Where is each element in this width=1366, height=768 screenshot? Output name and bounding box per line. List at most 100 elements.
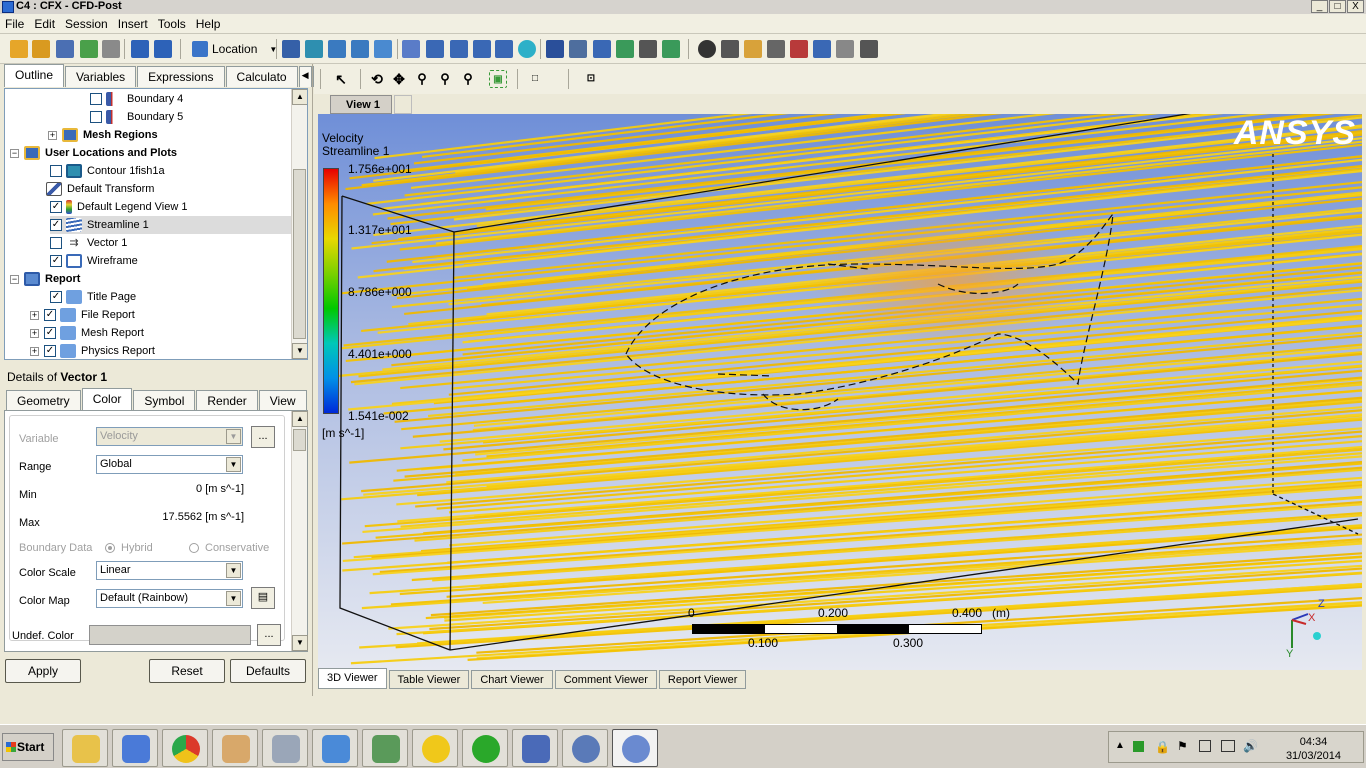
chevron-down-icon[interactable]: ▼ bbox=[226, 457, 241, 472]
start-button[interactable]: Start bbox=[2, 733, 54, 761]
defaults-button[interactable]: Defaults bbox=[230, 659, 306, 683]
checkbox[interactable]: ✓ bbox=[44, 309, 56, 321]
taskbar-media[interactable] bbox=[112, 729, 158, 767]
chevron-down-icon[interactable]: ▼ bbox=[226, 591, 241, 606]
tab-variables[interactable]: Variables bbox=[65, 66, 137, 87]
expand-icon[interactable]: + bbox=[30, 346, 39, 356]
quick-editor-icon[interactable] bbox=[744, 40, 762, 58]
tab-symbol[interactable]: Symbol bbox=[133, 390, 196, 411]
checkbox[interactable]: ✓ bbox=[44, 327, 56, 339]
instance-transform-icon[interactable] bbox=[473, 40, 491, 58]
probe-icon[interactable] bbox=[767, 40, 785, 58]
location-dropdown[interactable]: Location ▼ bbox=[192, 40, 277, 58]
undef-color-swatch[interactable] bbox=[89, 625, 251, 645]
tree-item[interactable]: ✓ Wireframe bbox=[50, 252, 138, 270]
menu-edit[interactable]: Edit bbox=[29, 17, 60, 31]
redo-icon[interactable] bbox=[154, 40, 172, 58]
checkbox[interactable] bbox=[50, 237, 62, 249]
tray-app-icon[interactable] bbox=[1133, 741, 1144, 752]
vector-icon[interactable] bbox=[282, 40, 300, 58]
tab-color[interactable]: Color bbox=[81, 388, 133, 411]
tab-table-viewer[interactable]: Table Viewer bbox=[388, 670, 470, 689]
color-map-select[interactable]: Default (Rainbow) ▼ bbox=[96, 589, 243, 608]
collapse-icon[interactable]: − bbox=[10, 274, 19, 284]
tab-expressions[interactable]: Expressions bbox=[137, 66, 225, 87]
taskbar-ansys-tool[interactable] bbox=[512, 729, 558, 767]
view-tab-empty[interactable] bbox=[394, 95, 412, 114]
view-1-tab[interactable]: View 1 bbox=[330, 95, 392, 114]
volume-icon[interactable]: 🔊 bbox=[1243, 739, 1258, 753]
3d-viewport[interactable]: Velocity Streamline 1 1.756e+001 1.317e+… bbox=[318, 114, 1362, 670]
tree-item[interactable]: Boundary 5 bbox=[90, 108, 183, 126]
range-select[interactable]: Global ▼ bbox=[96, 455, 243, 474]
tab-render[interactable]: Render bbox=[196, 390, 258, 411]
select-icon[interactable]: ↖ bbox=[332, 70, 350, 88]
new-icon[interactable] bbox=[10, 40, 28, 58]
tree-item[interactable]: + ✓ Mesh Report bbox=[30, 324, 144, 342]
checkbox[interactable]: ✓ bbox=[50, 291, 62, 303]
zoom-fit-icon[interactable]: ⚲ bbox=[459, 70, 477, 88]
command-editor-icon[interactable] bbox=[860, 40, 878, 58]
menu-file[interactable]: File bbox=[0, 17, 29, 31]
undo-icon[interactable] bbox=[131, 40, 149, 58]
tree-item[interactable]: Default Transform bbox=[46, 180, 154, 198]
collapse-icon[interactable]: − bbox=[10, 148, 19, 158]
function-calculator-icon[interactable] bbox=[813, 40, 831, 58]
clock[interactable]: 04:34 31/03/2014 bbox=[1286, 735, 1341, 763]
tree-item[interactable]: ✓ Default Legend View 1 bbox=[50, 198, 188, 216]
tree-item[interactable]: ✓ Title Page bbox=[50, 288, 136, 306]
legend-icon[interactable] bbox=[450, 40, 468, 58]
zoom-icon[interactable]: ⚲ bbox=[413, 70, 431, 88]
tab-calculators[interactable]: Calculato bbox=[225, 66, 298, 87]
open-icon[interactable] bbox=[32, 40, 50, 58]
animation-icon[interactable] bbox=[721, 40, 739, 58]
comment-icon[interactable] bbox=[639, 40, 657, 58]
timestep-icon[interactable] bbox=[698, 40, 716, 58]
tree-item[interactable]: Contour 1fish1a bbox=[50, 162, 165, 180]
chevron-down-icon[interactable]: ▼ bbox=[226, 563, 241, 578]
tree-item[interactable]: + Mesh Regions bbox=[48, 126, 158, 144]
checkbox[interactable] bbox=[50, 165, 62, 177]
checkbox[interactable]: ✓ bbox=[50, 201, 62, 213]
taskbar-ansys-workbench[interactable] bbox=[412, 729, 458, 767]
checkbox[interactable]: ✓ bbox=[50, 255, 62, 267]
expand-icon[interactable]: + bbox=[48, 130, 57, 140]
taskbar-designmodeler[interactable] bbox=[462, 729, 508, 767]
lock-icon[interactable]: 🔒 bbox=[1155, 740, 1170, 754]
screenshot-icon[interactable] bbox=[102, 40, 120, 58]
tab-view[interactable]: View bbox=[258, 390, 307, 411]
tab-scroll-left-icon[interactable]: ◀ bbox=[298, 66, 312, 87]
tree-item[interactable]: Boundary 4 bbox=[90, 90, 183, 108]
tree-item[interactable]: + ✓ Physics Report bbox=[30, 342, 155, 359]
scroll-up-icon[interactable]: ▲ bbox=[292, 89, 307, 105]
color-map-editor-button[interactable]: ▤ bbox=[251, 587, 275, 609]
close-button[interactable]: X bbox=[1347, 0, 1364, 13]
menu-tools[interactable]: Tools bbox=[153, 17, 191, 31]
menu-session[interactable]: Session bbox=[60, 17, 113, 31]
scroll-down-icon[interactable]: ▼ bbox=[292, 343, 307, 359]
viewport-layout-icon[interactable]: □ bbox=[526, 70, 544, 88]
table-icon[interactable] bbox=[593, 40, 611, 58]
flag-icon[interactable]: ⚑ bbox=[1177, 739, 1188, 753]
variable-browse-button[interactable]: ... bbox=[251, 426, 275, 448]
volume-rendering-icon[interactable] bbox=[374, 40, 392, 58]
case-comparison-icon[interactable] bbox=[836, 40, 854, 58]
scroll-up-icon[interactable]: ▲ bbox=[292, 411, 308, 427]
tab-geometry[interactable]: Geometry bbox=[6, 390, 81, 411]
menu-help[interactable]: Help bbox=[191, 17, 226, 31]
tab-3d-viewer[interactable]: 3D Viewer bbox=[318, 668, 387, 689]
taskbar-control-panel[interactable] bbox=[312, 729, 358, 767]
rotate-icon[interactable]: ⟲ bbox=[368, 70, 386, 88]
macro-icon[interactable] bbox=[790, 40, 808, 58]
taskbar-network[interactable] bbox=[362, 729, 408, 767]
variable-icon[interactable] bbox=[546, 40, 564, 58]
text-icon[interactable] bbox=[402, 40, 420, 58]
minimize-button[interactable]: _ bbox=[1311, 0, 1328, 13]
reload-icon[interactable] bbox=[80, 40, 98, 58]
fit-view-icon[interactable]: ▣ bbox=[489, 70, 507, 88]
reset-button[interactable]: Reset bbox=[149, 659, 225, 683]
tree-item[interactable]: − Report bbox=[10, 270, 80, 288]
chevron-up-icon[interactable]: ▲ bbox=[1115, 740, 1125, 751]
menu-insert[interactable]: Insert bbox=[113, 17, 153, 31]
expand-icon[interactable]: + bbox=[30, 310, 39, 320]
